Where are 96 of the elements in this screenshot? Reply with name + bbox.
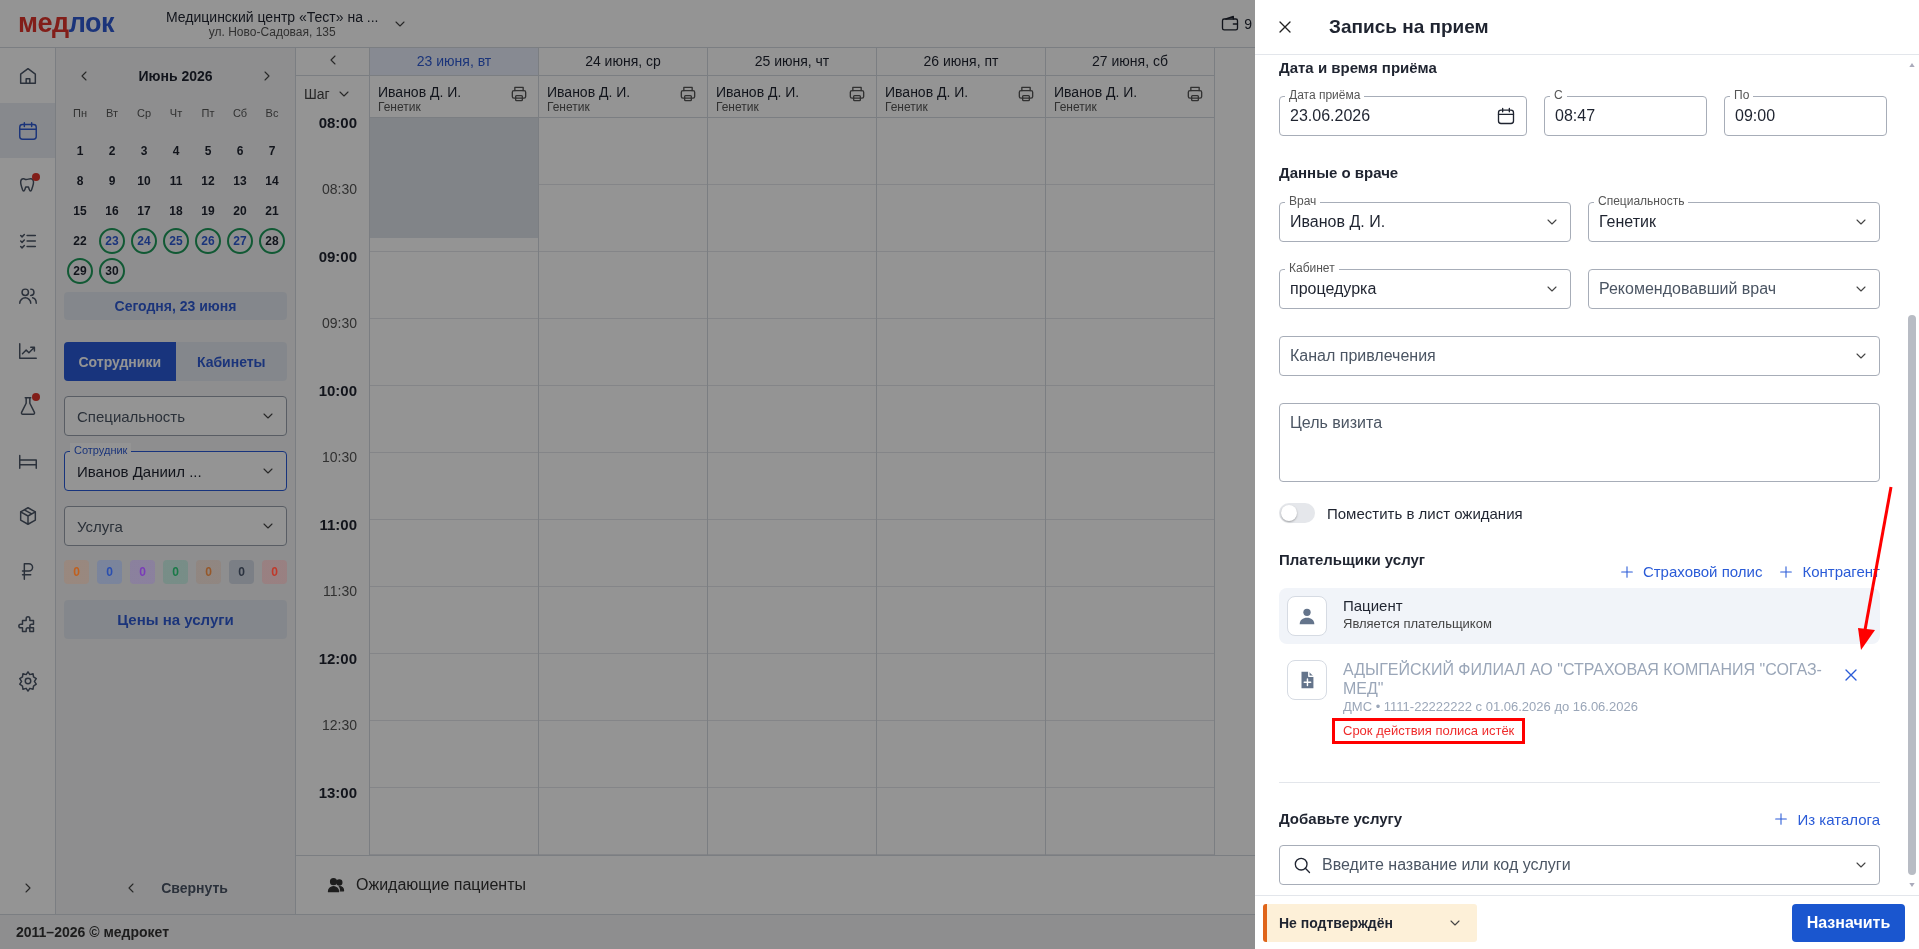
doctor-specialty: Генетик bbox=[1054, 99, 1098, 114]
step-select[interactable]: Шаг bbox=[304, 85, 352, 102]
calendar-day[interactable]: 25 bbox=[163, 228, 189, 254]
calendar-day[interactable]: 2 bbox=[99, 138, 125, 164]
weekday-label: Вс bbox=[264, 106, 280, 121]
calendar-day[interactable]: 5 bbox=[195, 138, 221, 164]
doctor-name: Иванов Д. И. bbox=[547, 83, 631, 100]
day-header[interactable]: 23 июня, вт bbox=[370, 48, 538, 76]
day-header[interactable]: 24 июня, ср bbox=[539, 48, 707, 76]
calendar-day[interactable]: 6 bbox=[227, 138, 253, 164]
section-heading: Дата и время приёма bbox=[1279, 58, 1438, 78]
weekday-label: Пн bbox=[72, 106, 88, 121]
collapse-button[interactable]: Свернуть bbox=[123, 862, 228, 914]
payer-name: Пациент bbox=[1343, 596, 1404, 615]
logo: медлок bbox=[18, 8, 116, 39]
time-label: 10:00 bbox=[317, 382, 358, 399]
calendar-day[interactable]: 17 bbox=[131, 198, 157, 224]
calendar-day[interactable]: 20 bbox=[227, 198, 253, 224]
calendar-day[interactable]: 14 bbox=[259, 168, 285, 194]
status-counter: 0 bbox=[229, 560, 254, 584]
today-button[interactable]: Сегодня, 23 июня bbox=[64, 292, 287, 320]
calendar-day[interactable]: 21 bbox=[259, 198, 285, 224]
calendar-day[interactable]: 19 bbox=[195, 198, 221, 224]
weekday-label: Сб bbox=[231, 106, 249, 121]
calendar-day[interactable]: 16 bbox=[99, 198, 125, 224]
status-dropdown[interactable]: Не подтверждён bbox=[1263, 903, 1477, 942]
calendar-day[interactable]: 22 bbox=[67, 228, 93, 254]
calendar-day[interactable]: 10 bbox=[131, 168, 157, 194]
day-header[interactable]: 27 июня, сб bbox=[1046, 48, 1214, 76]
calendar-day[interactable]: 11 bbox=[163, 168, 189, 194]
view-tab[interactable]: Кабинеты bbox=[175, 342, 287, 381]
add-link[interactable]: Из каталога bbox=[1773, 810, 1880, 828]
clinic-selector[interactable]: Медицинский центр «Тест» на ... ул. Ново-Садовая, 135 bbox=[130, 8, 409, 39]
doctor-name: Иванов Д. И. bbox=[716, 83, 800, 100]
warning-text: Срок действия полиса истёк bbox=[1343, 722, 1515, 740]
toggle-label: Поместить в лист ожидания bbox=[1327, 504, 1523, 522]
calendar-day[interactable]: 29 bbox=[67, 258, 93, 284]
day-header[interactable]: 25 июня, чт bbox=[708, 48, 876, 76]
panel-title: Запись на прием bbox=[1329, 16, 1489, 38]
status-counter: 0 bbox=[97, 560, 122, 584]
section-heading: Добавьте услугу bbox=[1279, 809, 1403, 829]
calendar-day[interactable]: 28 bbox=[259, 228, 285, 254]
view-tab[interactable]: Сотрудники bbox=[64, 342, 176, 381]
calendar-day[interactable]: 27 bbox=[227, 228, 253, 254]
payer-name: АДЫГЕЙСКИЙ ФИЛИАЛ АО "СТРАХОВАЯ КОМПАНИЯ "СОГАЗ-МЕД" bbox=[1343, 660, 1823, 698]
calendar-day[interactable]: 26 bbox=[195, 228, 221, 254]
time-label: 08:00 bbox=[317, 114, 358, 131]
weekday-label: Вт bbox=[105, 106, 119, 121]
calendar-day[interactable]: 9 bbox=[99, 168, 125, 194]
time-label: 11:30 bbox=[322, 583, 358, 599]
weekday-label: Чт bbox=[168, 106, 184, 121]
doctor-specialty: Генетик bbox=[547, 99, 591, 114]
calendar-day[interactable]: 24 bbox=[131, 228, 157, 254]
calendar-day[interactable]: 12 bbox=[195, 168, 221, 194]
doctor-specialty: Генетик bbox=[716, 99, 760, 114]
calendar-day[interactable]: 3 bbox=[131, 138, 157, 164]
calendar-day[interactable]: 13 bbox=[227, 168, 253, 194]
wallet-count: 9 bbox=[1244, 15, 1252, 32]
calendar-day[interactable]: 15 bbox=[67, 198, 93, 224]
calendar-day[interactable]: 30 bbox=[99, 258, 125, 284]
section-heading: Данные о враче bbox=[1279, 163, 1400, 183]
doctor-name: Иванов Д. И. bbox=[1054, 83, 1138, 100]
prices-button[interactable]: Цены на услуги bbox=[64, 600, 287, 639]
status-counter: 0 bbox=[196, 560, 221, 584]
status-counter: 0 bbox=[64, 560, 89, 584]
section-heading: Плательщики услуг bbox=[1279, 550, 1426, 570]
time-label: 10:30 bbox=[320, 449, 358, 465]
calendar-day[interactable]: 8 bbox=[67, 168, 93, 194]
search-field[interactable]: Введите название или код услуги bbox=[1279, 845, 1880, 885]
time-label: 09:00 bbox=[317, 248, 358, 265]
doctor-specialty: Генетик bbox=[885, 99, 929, 114]
assign-button[interactable]: Назначить bbox=[1792, 903, 1905, 942]
time-label: 12:00 bbox=[317, 650, 358, 667]
doctor-name: Иванов Д. И. bbox=[885, 83, 969, 100]
weekday-label: Пт bbox=[200, 106, 216, 121]
calendar-day[interactable]: 23 bbox=[99, 228, 125, 254]
calendar-day[interactable]: 18 bbox=[163, 198, 189, 224]
time-label: 13:00 bbox=[317, 784, 358, 801]
time-label: 12:30 bbox=[320, 717, 358, 733]
status-counter: 0 bbox=[262, 560, 287, 584]
calendar-day[interactable]: 7 bbox=[259, 138, 285, 164]
doctor-name: Иванов Д. И. bbox=[378, 83, 462, 100]
payer-details: Является плательщиком bbox=[1343, 615, 1493, 633]
weekday-label: Ср bbox=[135, 106, 153, 121]
day-header[interactable]: 26 июня, пт bbox=[877, 48, 1045, 76]
calendar-day[interactable]: 1 bbox=[67, 138, 93, 164]
time-label: 11:00 bbox=[318, 516, 358, 533]
add-link[interactable]: Страховой полис bbox=[1618, 563, 1763, 580]
calendar-day[interactable]: 4 bbox=[163, 138, 189, 164]
status-counter: 0 bbox=[163, 560, 188, 584]
payer-details: ДМС • 1111-22222222 с 01.06.2026 до 16.06.2026 bbox=[1343, 698, 1639, 716]
month-title: Июнь 2026 bbox=[138, 68, 213, 84]
doctor-specialty: Генетик bbox=[378, 99, 422, 114]
time-label: 09:30 bbox=[320, 315, 358, 331]
status-counter: 0 bbox=[130, 560, 155, 584]
time-label: 08:30 bbox=[320, 181, 358, 197]
